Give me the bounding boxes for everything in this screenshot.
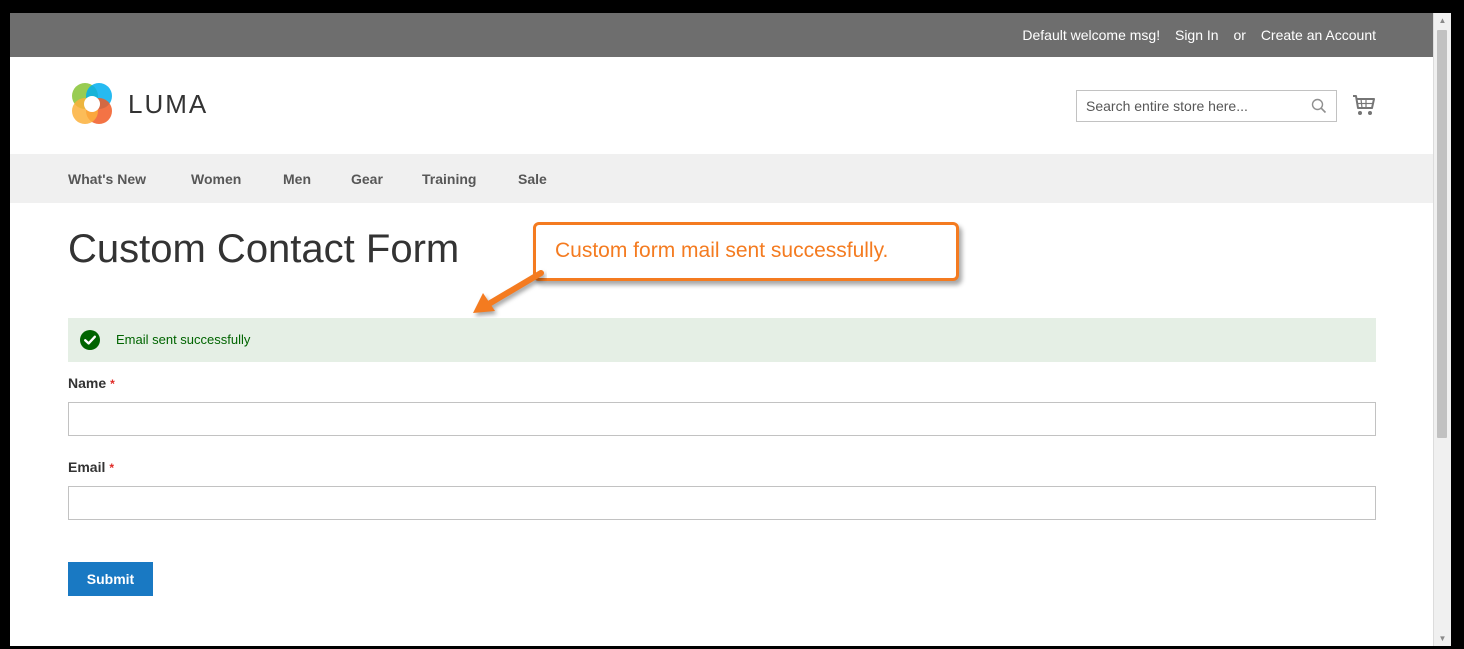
welcome-message: Default welcome msg! <box>1022 27 1161 43</box>
submit-button[interactable]: Submit <box>68 562 153 596</box>
annotation-callout: Custom form mail sent successfully. <box>533 222 959 281</box>
nav-item-women[interactable]: Women <box>191 171 241 187</box>
luma-logo-icon <box>72 83 112 124</box>
search-icon[interactable] <box>1311 98 1327 114</box>
shopping-cart-icon[interactable] <box>1352 93 1376 117</box>
required-mark: * <box>110 377 115 391</box>
nav-item-training[interactable]: Training <box>422 171 476 187</box>
browser-viewport: Default welcome msg! Sign In or Create a… <box>10 13 1451 646</box>
email-field[interactable] <box>68 486 1376 520</box>
page-title: Custom Contact Form <box>68 227 460 271</box>
name-label-text: Name <box>68 375 107 391</box>
main-navigation: What's New Women Men Gear Training Sale <box>10 154 1434 203</box>
scroll-up-arrow-icon[interactable]: ▲ <box>1434 13 1451 28</box>
top-panel-header: Default welcome msg! Sign In or Create a… <box>10 13 1434 57</box>
search-box <box>1076 90 1337 122</box>
required-mark: * <box>109 461 115 475</box>
success-message: Email sent successfully <box>68 318 1376 362</box>
nav-item-men[interactable]: Men <box>283 171 311 187</box>
success-message-text: Email sent successfully <box>116 332 251 347</box>
logo-text: LUMA <box>128 88 209 119</box>
scrollbar-thumb[interactable] <box>1437 30 1447 438</box>
name-field[interactable] <box>68 402 1376 436</box>
header-links: Default welcome msg! Sign In or Create a… <box>1022 27 1376 43</box>
email-label-text: Email <box>68 459 106 475</box>
nav-item-gear[interactable]: Gear <box>351 171 383 187</box>
or-separator: or <box>1233 27 1246 43</box>
vertical-scrollbar[interactable]: ▲ ▼ <box>1433 13 1451 646</box>
check-circle-icon <box>80 330 100 350</box>
create-account-link[interactable]: Create an Account <box>1261 27 1376 43</box>
name-label: Name * <box>68 375 115 391</box>
sign-in-link[interactable]: Sign In <box>1175 27 1219 43</box>
scroll-down-arrow-icon[interactable]: ▼ <box>1434 631 1451 646</box>
nav-item-whats-new[interactable]: What's New <box>68 171 146 187</box>
email-label: Email * <box>68 459 114 475</box>
callout-arrow-icon <box>473 270 544 313</box>
search-input[interactable] <box>1077 91 1306 121</box>
nav-item-sale[interactable]: Sale <box>518 171 547 187</box>
store-logo[interactable]: LUMA <box>68 80 208 128</box>
